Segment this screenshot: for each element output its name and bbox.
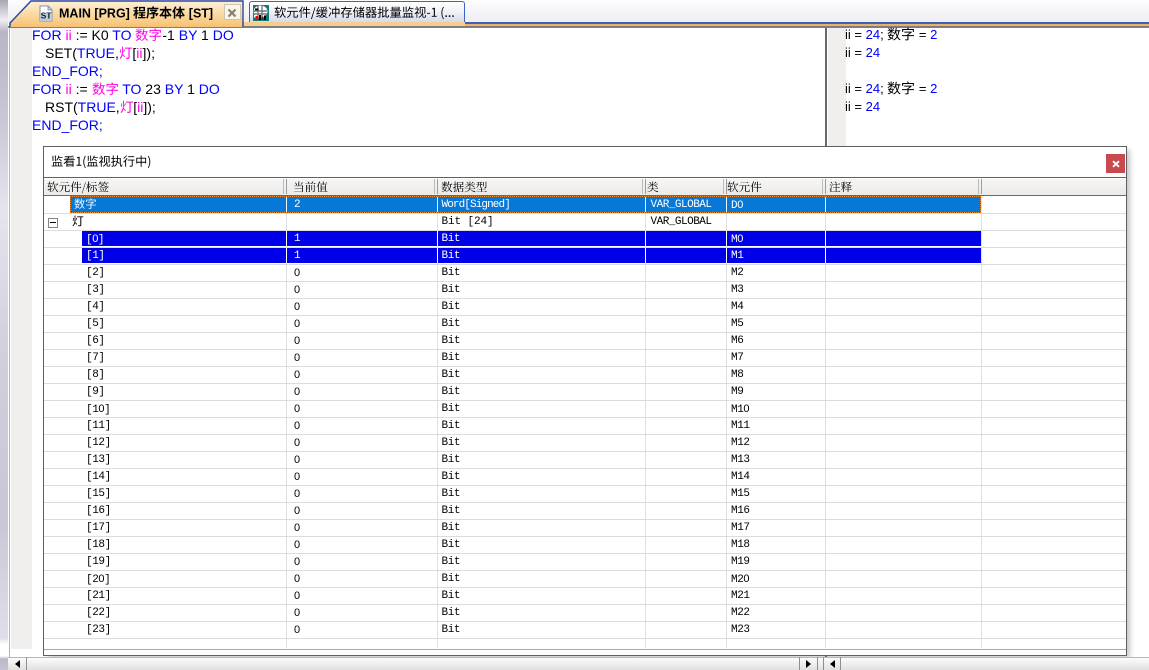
svg-text:ST: ST xyxy=(41,11,53,21)
